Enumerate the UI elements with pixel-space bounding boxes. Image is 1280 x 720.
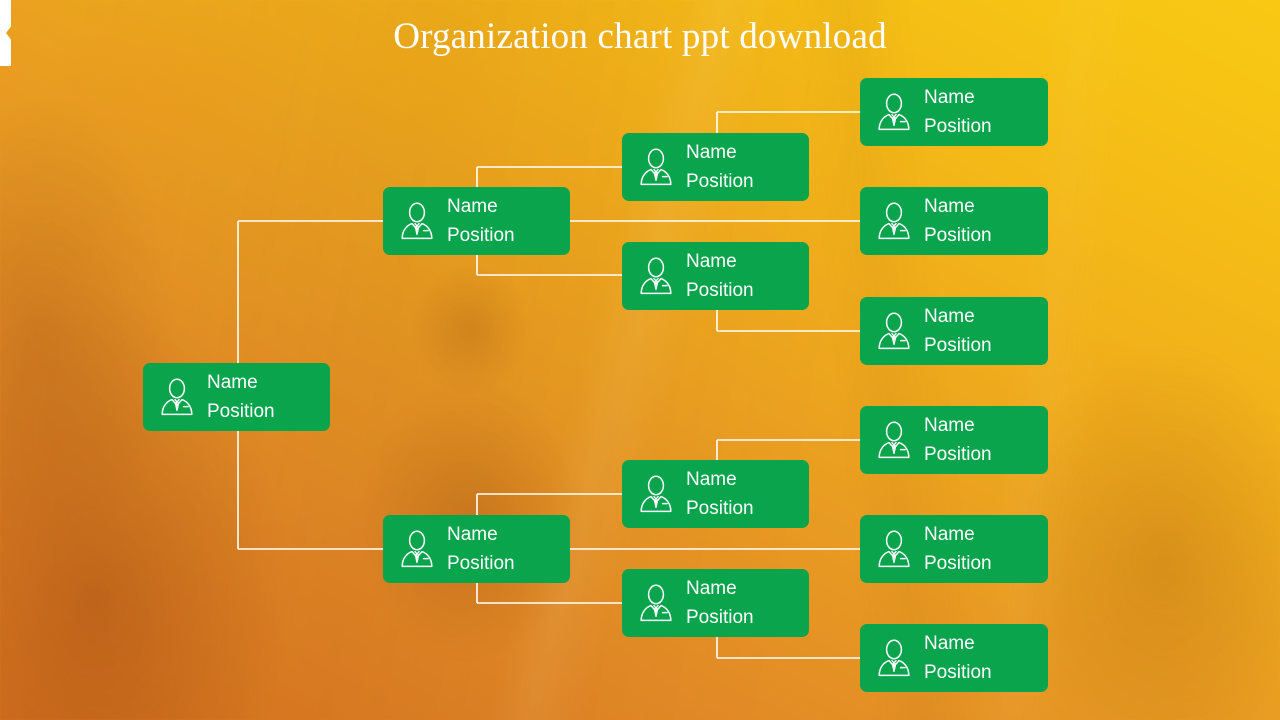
org-node-name: Name [686, 251, 737, 272]
org-node-text: Name Position [924, 411, 992, 469]
org-node-text: Name Position [924, 302, 992, 360]
org-node-name: Name [686, 142, 737, 163]
org-node-name: Name [686, 578, 737, 599]
org-node-position: Position [924, 662, 992, 683]
org-node-l3-b2[interactable]: Name Position [622, 569, 809, 637]
org-node-position: Position [686, 171, 754, 192]
org-node-position: Position [686, 607, 754, 628]
org-node-name: Name [924, 306, 975, 327]
org-node-l3-b1[interactable]: Name Position [622, 460, 809, 528]
org-node-name: Name [207, 372, 258, 393]
org-node-name: Name [447, 196, 498, 217]
org-node-l4-5[interactable]: Name Position [860, 515, 1048, 583]
org-node-position: Position [686, 498, 754, 519]
person-with-tie-icon [878, 93, 910, 131]
person-with-tie-icon [640, 257, 672, 295]
person-with-tie-icon [640, 584, 672, 622]
org-node-l2-b[interactable]: Name Position [383, 515, 570, 583]
slide-canvas: Organization chart ppt download Name Pos… [0, 0, 1280, 720]
org-node-text: Name Position [207, 368, 275, 426]
person-with-tie-icon [878, 530, 910, 568]
person-with-tie-icon [640, 475, 672, 513]
org-node-position: Position [207, 401, 275, 422]
org-node-position: Position [924, 225, 992, 246]
org-node-name: Name [924, 196, 975, 217]
org-node-text: Name Position [924, 83, 992, 141]
org-node-name: Name [924, 87, 975, 108]
person-with-tie-icon [878, 312, 910, 350]
page-title: Organization chart ppt download [393, 16, 887, 57]
org-node-text: Name Position [924, 520, 992, 578]
person-with-tie-icon [640, 148, 672, 186]
org-node-l4-6[interactable]: Name Position [860, 624, 1048, 692]
org-node-position: Position [686, 280, 754, 301]
org-node-text: Name Position [686, 138, 754, 196]
org-node-text: Name Position [686, 247, 754, 305]
person-with-tie-icon [401, 530, 433, 568]
org-node-text: Name Position [447, 192, 515, 250]
person-with-tie-icon [161, 378, 193, 416]
org-node-l4-2[interactable]: Name Position [860, 187, 1048, 255]
person-with-tie-icon [878, 421, 910, 459]
org-node-position: Position [924, 553, 992, 574]
org-node-name: Name [924, 415, 975, 436]
org-node-position: Position [924, 444, 992, 465]
person-with-tie-icon [878, 639, 910, 677]
org-node-l3-a1[interactable]: Name Position [622, 133, 809, 201]
org-node-text: Name Position [686, 574, 754, 632]
person-with-tie-icon [401, 202, 433, 240]
org-node-root[interactable]: Name Position [143, 363, 330, 431]
org-node-name: Name [924, 633, 975, 654]
person-with-tie-icon [878, 202, 910, 240]
org-node-position: Position [924, 335, 992, 356]
org-node-position: Position [447, 225, 515, 246]
org-node-position: Position [447, 553, 515, 574]
org-node-text: Name Position [924, 629, 992, 687]
org-node-text: Name Position [924, 192, 992, 250]
org-node-l4-3[interactable]: Name Position [860, 297, 1048, 365]
org-node-text: Name Position [686, 465, 754, 523]
org-node-l2-a[interactable]: Name Position [383, 187, 570, 255]
org-node-l4-4[interactable]: Name Position [860, 406, 1048, 474]
org-node-name: Name [924, 524, 975, 545]
org-node-l4-1[interactable]: Name Position [860, 78, 1048, 146]
org-node-name: Name [447, 524, 498, 545]
org-node-position: Position [924, 116, 992, 137]
org-node-text: Name Position [447, 520, 515, 578]
org-node-l3-a2[interactable]: Name Position [622, 242, 809, 310]
org-node-name: Name [686, 469, 737, 490]
